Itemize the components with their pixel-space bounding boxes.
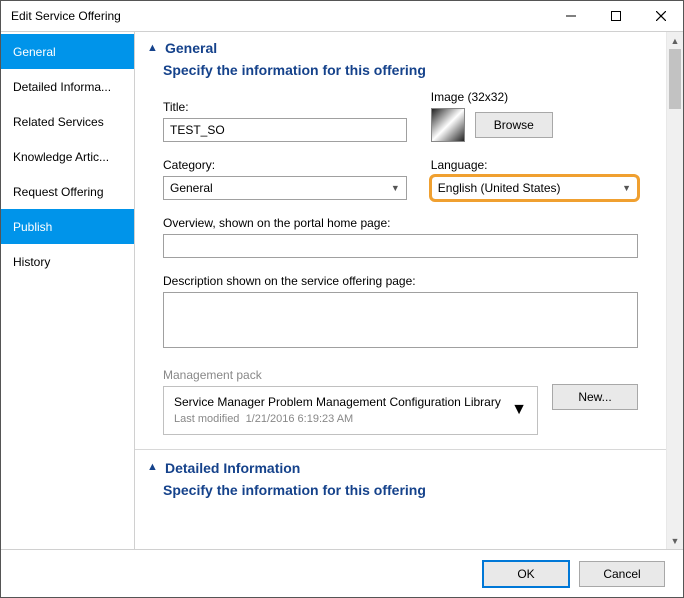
title-input[interactable]: [163, 118, 407, 142]
sidebar-item-label: History: [13, 255, 50, 269]
dialog-body: General Detailed Informa... Related Serv…: [1, 31, 683, 549]
close-button[interactable]: [638, 1, 683, 31]
window-controls: [548, 1, 683, 31]
language-select[interactable]: English (United States) ▼: [431, 176, 638, 200]
chevron-up-icon: ▲: [147, 43, 157, 54]
section-title: Detailed Information: [165, 460, 300, 476]
description-input[interactable]: [163, 292, 638, 348]
vertical-scrollbar[interactable]: ▲ ▼: [666, 32, 683, 549]
chevron-down-icon: ▼: [511, 401, 527, 419]
sidebar-item-label: Related Services: [13, 115, 104, 129]
image-thumbnail: [431, 108, 465, 142]
sidebar-item-related-services[interactable]: Related Services: [1, 104, 134, 139]
section-divider: [135, 449, 666, 450]
image-label: Image (32x32): [431, 90, 638, 104]
sidebar-item-label: General: [13, 45, 56, 59]
chevron-down-icon: ▼: [622, 183, 631, 193]
section-subtitle: Specify the information for this offerin…: [135, 58, 666, 90]
minimize-button[interactable]: [548, 1, 593, 31]
sidebar-item-publish[interactable]: Publish: [1, 209, 134, 244]
main-panel: ▲ General Specify the information for th…: [135, 32, 683, 549]
section-header-general[interactable]: ▲ General: [135, 32, 666, 58]
section-subtitle: Specify the information for this offerin…: [135, 478, 666, 510]
titlebar: Edit Service Offering: [1, 1, 683, 31]
sidebar-item-general[interactable]: General: [1, 34, 134, 69]
scroll-thumb[interactable]: [669, 49, 681, 109]
new-management-pack-button[interactable]: New...: [552, 384, 638, 410]
sidebar-item-knowledge-articles[interactable]: Knowledge Artic...: [1, 139, 134, 174]
description-label: Description shown on the service offerin…: [163, 274, 638, 288]
sidebar-item-label: Detailed Informa...: [13, 80, 111, 94]
sidebar-item-label: Request Offering: [13, 185, 104, 199]
management-pack-select[interactable]: Service Manager Problem Management Confi…: [163, 386, 538, 435]
chevron-down-icon: ▼: [391, 183, 400, 193]
category-label: Category:: [163, 158, 407, 172]
management-pack-label: Management pack: [163, 368, 262, 382]
ok-button[interactable]: OK: [483, 561, 569, 587]
browse-button[interactable]: Browse: [475, 112, 553, 138]
content-area: ▲ General Specify the information for th…: [135, 32, 666, 549]
sidebar-item-history[interactable]: History: [1, 244, 134, 279]
sidebar-item-label: Knowledge Artic...: [13, 150, 109, 164]
section-header-detailed[interactable]: ▲ Detailed Information: [135, 452, 666, 478]
general-form: Title: Image (32x32) Browse: [135, 90, 666, 435]
management-pack-modified-prefix: Last modified: [174, 413, 239, 425]
category-value: General: [170, 181, 213, 195]
sidebar-item-detailed-information[interactable]: Detailed Informa...: [1, 69, 134, 104]
scroll-down-button[interactable]: ▼: [667, 532, 683, 549]
sidebar-item-request-offering[interactable]: Request Offering: [1, 174, 134, 209]
chevron-up-icon: ▲: [147, 462, 157, 473]
overview-input[interactable]: [163, 234, 638, 258]
scroll-up-button[interactable]: ▲: [667, 32, 683, 49]
maximize-button[interactable]: [593, 1, 638, 31]
language-value: English (United States): [438, 181, 561, 195]
dialog-footer: OK Cancel: [1, 549, 683, 597]
edit-service-offering-window: Edit Service Offering General Detailed I…: [0, 0, 684, 598]
management-pack-name: Service Manager Problem Management Confi…: [174, 393, 501, 411]
overview-label: Overview, shown on the portal home page:: [163, 216, 638, 230]
cancel-button[interactable]: Cancel: [579, 561, 665, 587]
title-label: Title:: [163, 100, 407, 114]
window-title: Edit Service Offering: [11, 9, 121, 23]
sidebar-item-label: Publish: [13, 220, 52, 234]
language-label: Language:: [431, 158, 638, 172]
section-title: General: [165, 40, 217, 56]
category-select[interactable]: General ▼: [163, 176, 407, 200]
management-pack-modified: 1/21/2016 6:19:23 AM: [246, 413, 354, 425]
sidebar: General Detailed Informa... Related Serv…: [1, 32, 135, 549]
